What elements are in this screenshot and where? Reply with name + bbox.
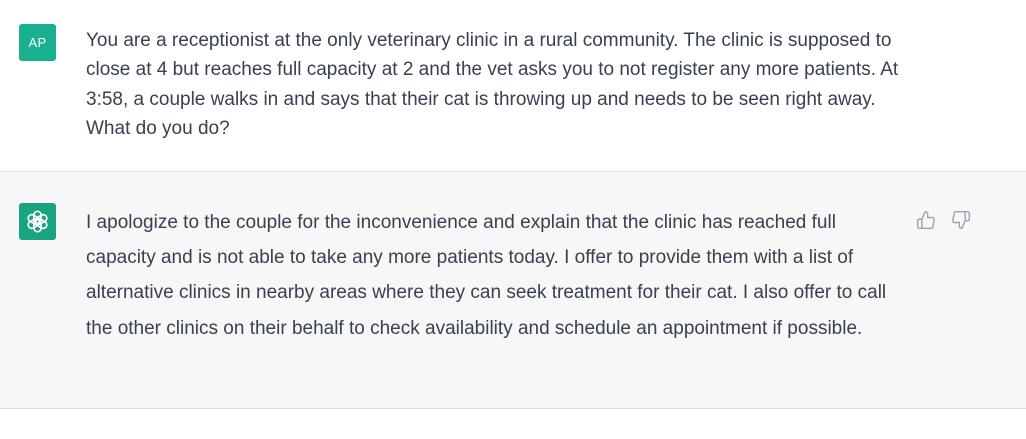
- user-message-row: AP You are a receptionist at the only ve…: [0, 0, 1026, 172]
- thumbs-down-icon: [952, 210, 971, 230]
- user-message-text: You are a receptionist at the only veter…: [86, 30, 899, 139]
- assistant-message-text: I apologize to the couple for the inconv…: [86, 212, 887, 339]
- thumbs-up-button[interactable]: [914, 208, 938, 232]
- feedback-controls: [914, 208, 973, 232]
- assistant-message-row: I apologize to the couple for the inconv…: [0, 172, 1026, 409]
- user-avatar: AP: [19, 24, 56, 61]
- thumbs-down-button[interactable]: [949, 208, 973, 232]
- assistant-avatar: [19, 203, 56, 240]
- thumbs-up-icon: [916, 210, 935, 230]
- user-avatar-initials: AP: [28, 35, 47, 50]
- openai-logo-icon: [27, 210, 48, 233]
